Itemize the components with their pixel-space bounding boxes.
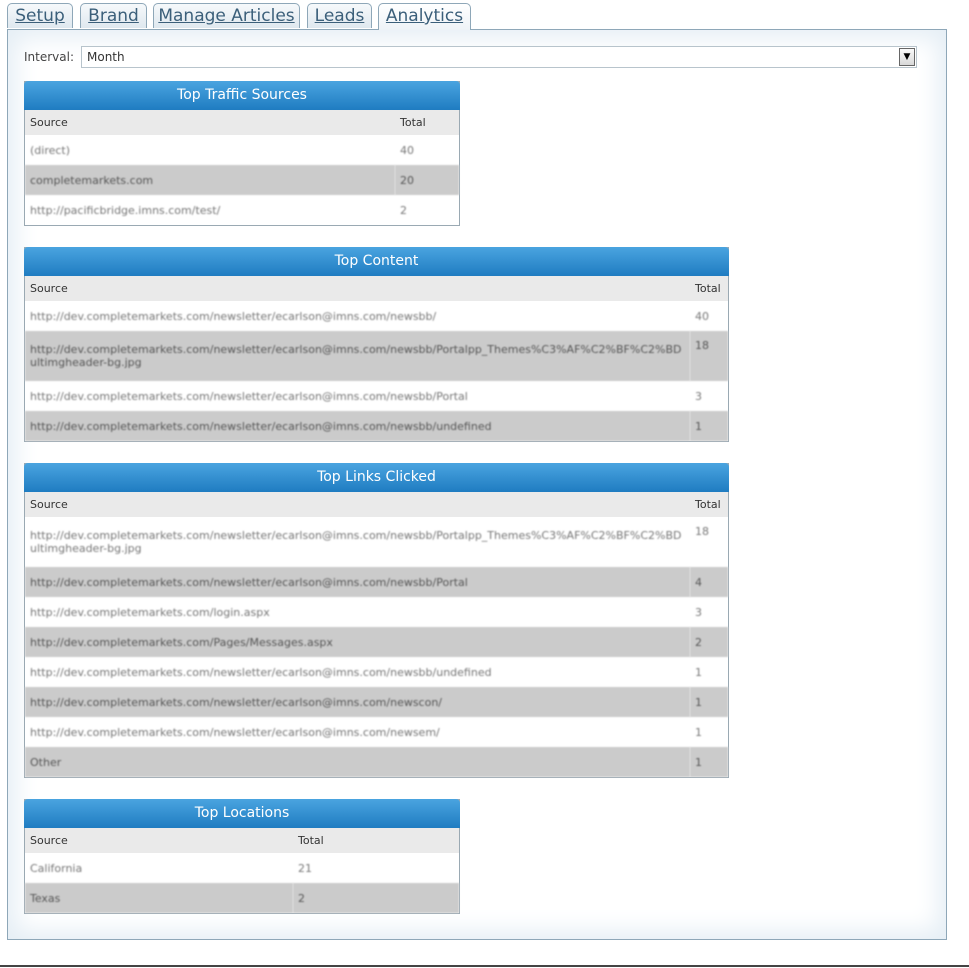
row-total: 4: [690, 567, 728, 597]
interval-label: Interval:: [24, 50, 74, 64]
column-header-source: Source: [25, 492, 690, 517]
table-row: http://dev.completemarkets.com/newslette…: [25, 301, 728, 331]
table-header-row: Source Total: [25, 828, 459, 853]
dropdown-arrow-icon[interactable]: ▼: [899, 48, 915, 66]
analytics-panel: Interval: Month ▼ Top Traffic Sources So…: [7, 29, 947, 940]
row-source: http://dev.completemarkets.com/newslette…: [30, 665, 492, 679]
row-total: 3: [695, 605, 702, 619]
table-header-row: Source Total: [25, 276, 728, 301]
table-row: http://dev.completemarkets.com/newslette…: [25, 381, 728, 411]
table-row: completemarkets.com 20: [25, 165, 459, 195]
row-total: 1: [690, 747, 728, 777]
table-row: http://dev.completemarkets.com/newslette…: [25, 331, 728, 381]
table-header-row: Source Total: [25, 492, 728, 517]
row-total: 2: [293, 883, 459, 913]
column-header-total: Total: [293, 828, 459, 853]
row-source: http://pacificbridge.imns.com/test/: [30, 203, 221, 217]
row-total: 18: [690, 331, 728, 381]
column-header-source: Source: [25, 828, 293, 853]
row-source: http://dev.completemarkets.com/newslette…: [25, 567, 690, 597]
row-source: http://dev.completemarkets.com/login.asp…: [30, 605, 270, 619]
row-source: Texas: [25, 883, 293, 913]
row-total: 2: [400, 203, 407, 217]
table-row: (direct) 40: [25, 135, 459, 165]
table-row: http://dev.completemarkets.com/login.asp…: [25, 597, 728, 627]
top-content-title: Top Content: [24, 247, 729, 276]
row-total: 18: [695, 525, 709, 538]
table-row: Other 1: [25, 747, 728, 777]
row-source: http://dev.completemarkets.com/newslette…: [25, 331, 690, 381]
row-total: 1: [690, 687, 728, 717]
top-content-table: Source Total http://dev.completemarkets.…: [25, 276, 728, 441]
row-source: http://dev.completemarkets.com/newslette…: [25, 687, 690, 717]
row-total: 1: [695, 665, 702, 679]
row-total: 1: [690, 411, 728, 441]
row-total: 21: [298, 861, 312, 875]
table-row: http://dev.completemarkets.com/newslette…: [25, 657, 728, 687]
top-traffic-sources-title: Top Traffic Sources: [24, 81, 460, 110]
interval-value: Month: [87, 50, 125, 64]
top-links-clicked-title: Top Links Clicked: [24, 463, 729, 492]
table-header-row: Source Total: [25, 110, 459, 135]
table-row: California 21: [25, 853, 459, 883]
top-links-clicked-box: Top Links Clicked Source Total http://de…: [24, 463, 729, 778]
top-content-box: Top Content Source Total http://dev.comp…: [24, 247, 729, 442]
bottom-divider: [0, 965, 969, 967]
top-traffic-sources-box: Top Traffic Sources Source Total (direct…: [24, 81, 460, 226]
table-row: http://dev.completemarkets.com/newslette…: [25, 717, 728, 747]
row-source: http://dev.completemarkets.com/newslette…: [30, 309, 437, 323]
tab-leads[interactable]: Leads: [307, 3, 372, 28]
row-total: 1: [695, 725, 702, 739]
row-source: http://dev.completemarkets.com/newslette…: [25, 411, 690, 441]
row-source: Other: [25, 747, 690, 777]
column-header-source: Source: [25, 110, 395, 135]
top-locations-box: Top Locations Source Total California 21…: [24, 799, 460, 914]
column-header-total: Total: [395, 110, 459, 135]
table-row: http://dev.completemarkets.com/newslette…: [25, 411, 728, 441]
table-row: http://dev.completemarkets.com/newslette…: [25, 517, 728, 567]
tab-analytics[interactable]: Analytics: [378, 3, 471, 30]
top-links-clicked-table: Source Total http://dev.completemarkets.…: [25, 492, 728, 777]
row-source: http://dev.completemarkets.com/newslette…: [30, 529, 682, 555]
table-row: http://dev.completemarkets.com/newslette…: [25, 687, 728, 717]
row-source: http://dev.completemarkets.com/newslette…: [30, 725, 440, 739]
row-total: 20: [395, 165, 459, 195]
table-row: http://pacificbridge.imns.com/test/ 2: [25, 195, 459, 225]
table-row: Texas 2: [25, 883, 459, 913]
column-header-source: Source: [25, 276, 690, 301]
table-row: http://dev.completemarkets.com/Pages/Mes…: [25, 627, 728, 657]
row-source: http://dev.completemarkets.com/newslette…: [30, 389, 468, 403]
top-locations-table: Source Total California 21 Texas 2: [25, 828, 459, 913]
row-total: 40: [695, 309, 709, 323]
row-source: California: [30, 861, 83, 875]
top-traffic-sources-table: Source Total (direct) 40 completemarkets…: [25, 110, 459, 225]
interval-select[interactable]: Month ▼: [81, 46, 917, 68]
row-source: (direct): [30, 143, 71, 157]
tab-brand[interactable]: Brand: [80, 3, 147, 28]
tab-manage-articles[interactable]: Manage Articles: [153, 3, 300, 28]
column-header-total: Total: [690, 276, 728, 301]
row-total: 40: [400, 143, 414, 157]
row-total: 2: [690, 627, 728, 657]
table-row: http://dev.completemarkets.com/newslette…: [25, 567, 728, 597]
column-header-total: Total: [690, 492, 728, 517]
tab-setup[interactable]: Setup: [7, 3, 73, 28]
row-source: completemarkets.com: [25, 165, 395, 195]
row-source: http://dev.completemarkets.com/Pages/Mes…: [25, 627, 690, 657]
top-locations-title: Top Locations: [24, 799, 460, 828]
row-total: 3: [695, 389, 702, 403]
